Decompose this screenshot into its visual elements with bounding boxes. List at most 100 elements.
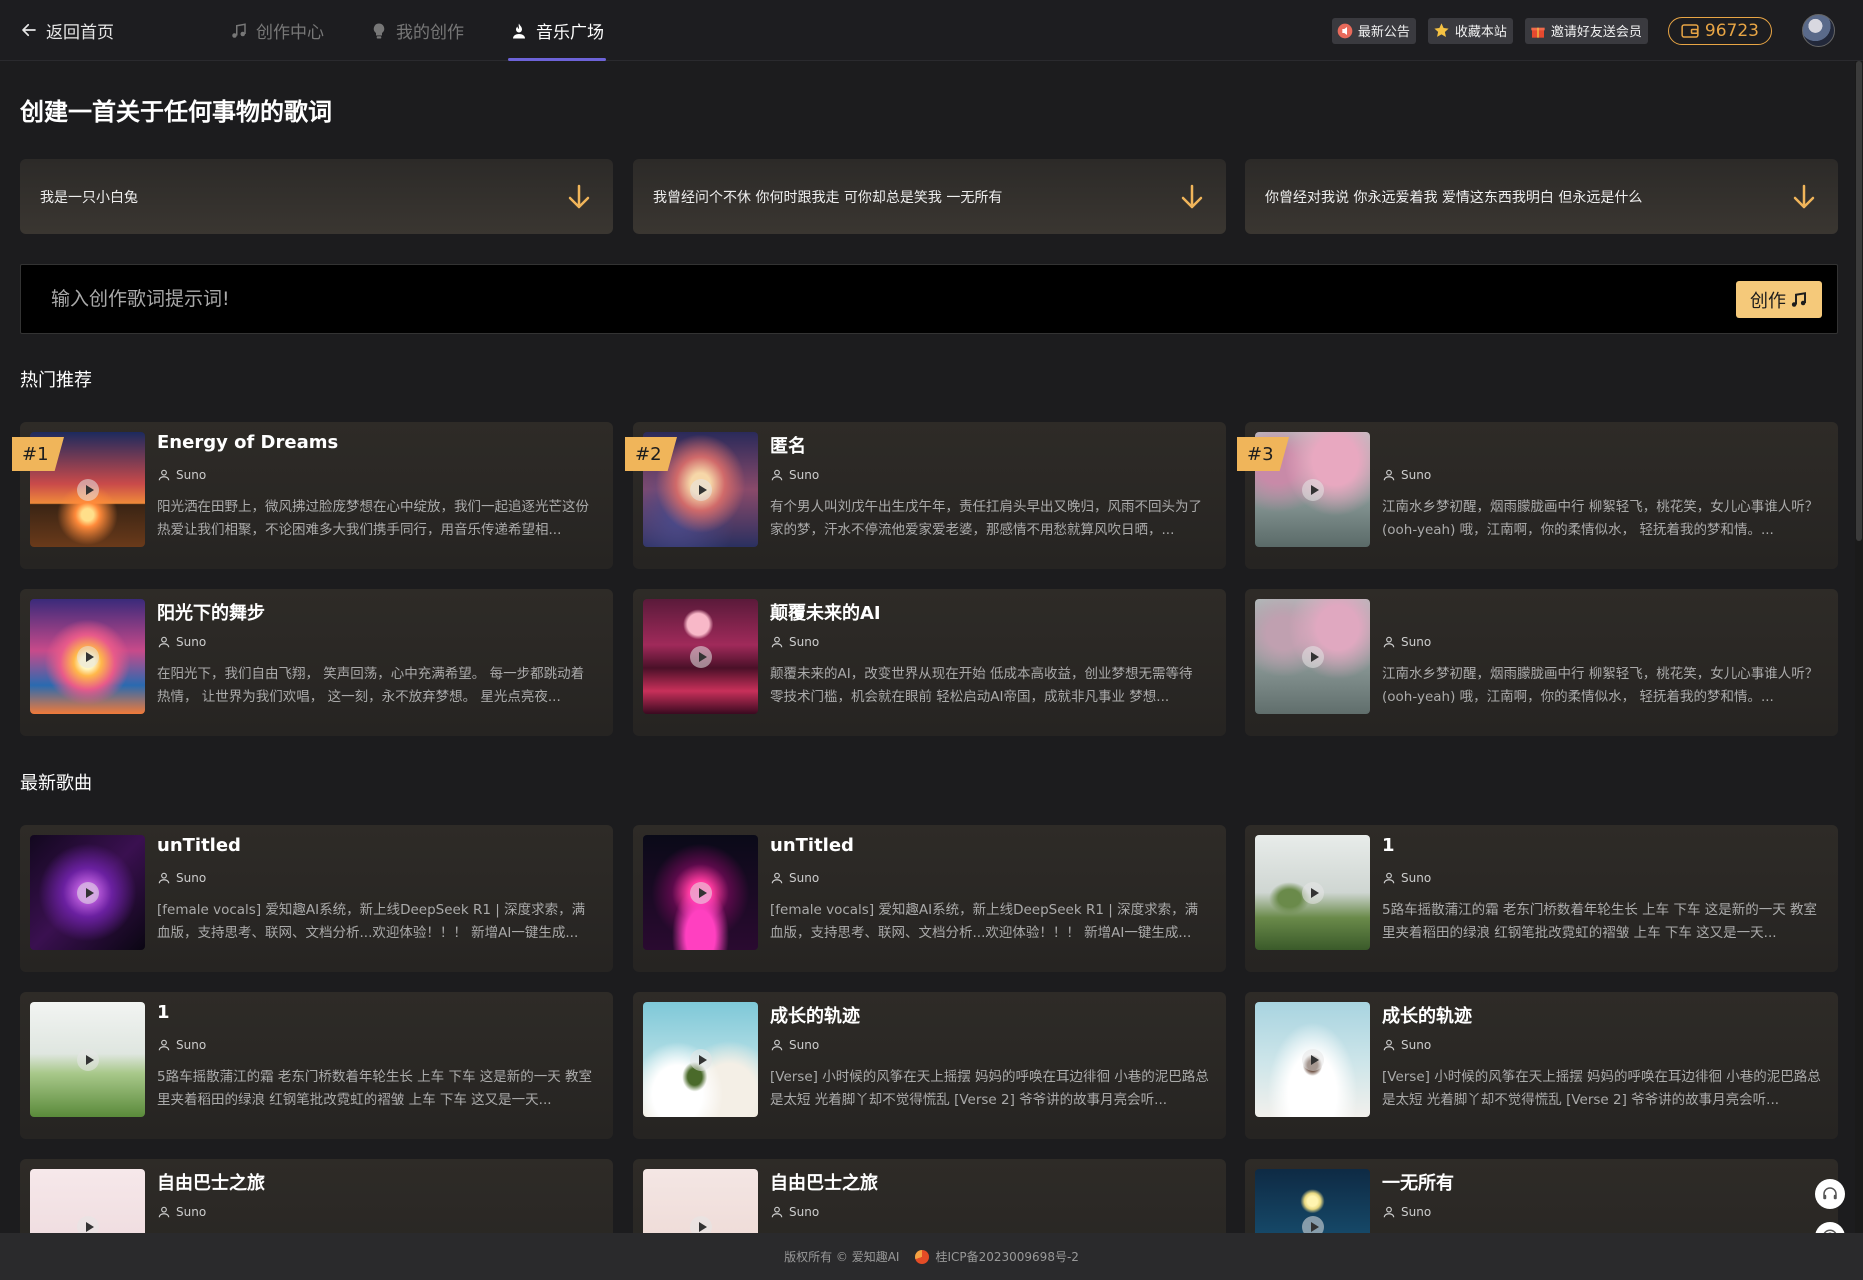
page-title: 创建一首关于任何事物的歌词: [20, 98, 332, 126]
tab-music-square[interactable]: 音乐广场: [508, 0, 606, 61]
song-title: unTitled: [770, 835, 854, 856]
song-card[interactable]: 阳光下的舞步 Suno 在阳光下，我们自由飞翔， 笑声回荡，心中充满希望。 每一…: [20, 589, 613, 736]
user-icon: [158, 1206, 170, 1218]
star-icon: [1434, 23, 1449, 37]
song-cover[interactable]: [30, 835, 145, 950]
user-icon: [158, 872, 170, 884]
play-icon[interactable]: [77, 646, 99, 668]
song-card[interactable]: #3 Suno 江南水乡梦初醒，烟雨朦胧画中行 柳絮轻飞，桃花笑，女儿心事谁人听…: [1237, 422, 1838, 569]
arrow-down-icon: [1793, 184, 1815, 208]
arrow-down-icon: [568, 184, 590, 208]
song-lyrics: 江南水乡梦初醒，烟雨朦胧画中行 柳絮轻飞，桃花笑，女儿心事谁人听？ (ooh-y…: [1382, 666, 1819, 705]
song-cover[interactable]: [1255, 1002, 1370, 1117]
prompt-suggestion[interactable]: 你曾经对我说 你永远爱着我 爱情这东西我明白 但永远是什么: [1245, 159, 1838, 234]
song-cover[interactable]: [30, 1002, 145, 1117]
artist-name: Suno: [176, 1205, 207, 1219]
song-cover[interactable]: [643, 1002, 758, 1117]
page-scrollbar[interactable]: [1855, 61, 1863, 1233]
header-actions: 最新公告 收藏本站 邀请好友送会员 96723: [1331, 0, 1863, 61]
artist-name: Suno: [1401, 1038, 1432, 1052]
lyrics-prompt-bar: 创作: [20, 264, 1838, 334]
user-icon: [771, 1206, 783, 1218]
song-cover[interactable]: [643, 599, 758, 714]
song-card[interactable]: 颠覆未来的AI Suno 颠覆未来的AI，改变世界从现在开始 低成本高收益，创业…: [633, 589, 1226, 736]
lyrics-prompt-input[interactable]: [51, 265, 1651, 333]
back-home-label: 返回首页: [46, 22, 114, 43]
song-title: 1: [157, 1002, 170, 1023]
song-cover[interactable]: [1255, 599, 1370, 714]
song-cover[interactable]: [1255, 835, 1370, 950]
artist-name: Suno: [789, 1038, 820, 1052]
icp-link[interactable]: 桂ICP备2023009698号-2: [935, 1248, 1078, 1265]
song-card[interactable]: #1 Energy of Dreams Suno 阳光洒在田野上，微风拂过脸庞梦…: [12, 422, 613, 569]
song-title: 一无所有: [1382, 1173, 1454, 1194]
prompt-suggestion[interactable]: 我曾经问个不休 你何时跟我走 可你却总是笑我 一无所有: [633, 159, 1226, 234]
song-lyrics: [female vocals] 爱知趣AI系统，新上线DeepSeek R1 |…: [770, 902, 1199, 941]
top-bar: 返回首页 创作中心 我的创作 音乐广场 最新公告 收藏本站 邀请好友送会员 96…: [0, 0, 1863, 61]
song-title: 成长的轨迹: [1382, 1006, 1472, 1027]
song-lyrics: 江南水乡梦初醒，烟雨朦胧画中行 柳絮轻飞，桃花笑，女儿心事谁人听？ (ooh-y…: [1382, 499, 1819, 538]
artist-name: Suno: [176, 1038, 207, 1052]
song-cover[interactable]: [30, 599, 145, 714]
play-icon[interactable]: [690, 882, 712, 904]
artist-name: Suno: [789, 468, 820, 482]
coins-value: 96723: [1704, 20, 1759, 41]
gift-icon: [1531, 27, 1545, 38]
user-icon: [158, 469, 170, 481]
play-icon[interactable]: [77, 1049, 99, 1071]
tab-my-creations[interactable]: 我的创作: [368, 0, 466, 61]
icp-logo-icon: [915, 1249, 930, 1264]
song-card[interactable]: #2 匿名 Suno 有个男人叫刘戊午出生戊午年，责任扛肩头早出又晚归，风雨不回…: [625, 422, 1226, 569]
play-icon[interactable]: [1302, 646, 1324, 668]
bookmark-site-button[interactable]: 收藏本站: [1427, 17, 1513, 44]
tab-label: 创作中心: [256, 23, 324, 43]
song-card[interactable]: 1 Suno 5路车摇散蒲江的霜 老东门桥数着年轮生长 上车 下车 这是新的一天…: [20, 992, 613, 1139]
song-card[interactable]: 成长的轨迹 Suno [Verse] 小时候的风筝在天上摇摆 妈妈的呼唤在耳边徘…: [1245, 992, 1838, 1139]
nav-tabs: 创作中心 我的创作 音乐广场: [228, 0, 648, 61]
song-card[interactable]: 成长的轨迹 Suno [Verse] 小时候的风筝在天上摇摆 妈妈的呼唤在耳边徘…: [633, 992, 1226, 1139]
play-icon[interactable]: [1302, 479, 1324, 501]
song-title: 1: [1382, 835, 1395, 856]
play-icon[interactable]: [690, 646, 712, 668]
tab-creation-center[interactable]: 创作中心: [228, 0, 326, 61]
play-icon[interactable]: [77, 882, 99, 904]
prompt-suggestion[interactable]: 我是一只小白兔: [20, 159, 613, 234]
footer: 版权所有 © 爱知趣AI 桂ICP备2023009698号-2: [0, 1233, 1863, 1280]
scrollbar-thumb[interactable]: [1856, 61, 1862, 541]
play-icon[interactable]: [690, 1049, 712, 1071]
avatar[interactable]: [1802, 14, 1835, 47]
bookmark-site-label: 收藏本站: [1454, 25, 1507, 40]
play-icon[interactable]: [77, 479, 99, 501]
song-cover[interactable]: [643, 835, 758, 950]
back-home-link[interactable]: 返回首页: [20, 17, 114, 43]
song-artist: Suno: [770, 871, 819, 885]
user-icon: [771, 636, 783, 648]
play-icon[interactable]: [1302, 882, 1324, 904]
song-artist: Suno: [157, 1038, 206, 1052]
user-icon: [771, 1039, 783, 1051]
song-artist: Suno: [1382, 1038, 1431, 1052]
song-title: Energy of Dreams: [157, 432, 339, 453]
song-card[interactable]: unTitled Suno [female vocals] 爱知趣AI系统，新上…: [20, 825, 613, 972]
song-artist: Suno: [1382, 1205, 1431, 1219]
music-note-icon: [232, 22, 246, 38]
song-card[interactable]: Suno 江南水乡梦初醒，烟雨朦胧画中行 柳絮轻飞，桃花笑，女儿心事谁人听？ (…: [1245, 589, 1838, 736]
song-lyrics: [Verse] 小时候的风筝在天上摇摆 妈妈的呼唤在耳边徘徊 小巷的泥巴路总是太…: [770, 1069, 1209, 1108]
customer-service-button[interactable]: [1815, 1179, 1845, 1209]
song-artist: Suno: [770, 468, 819, 482]
create-button[interactable]: 创作: [1736, 281, 1822, 318]
megaphone-icon: [1337, 23, 1353, 38]
invite-friends-button[interactable]: 邀请好友送会员: [1524, 17, 1648, 44]
announcement-button[interactable]: 最新公告: [1331, 17, 1416, 44]
artist-name: Suno: [1401, 871, 1432, 885]
user-icon: [158, 1039, 170, 1051]
song-card[interactable]: unTitled Suno [female vocals] 爱知趣AI系统，新上…: [633, 825, 1226, 972]
song-title: 匿名: [770, 436, 806, 457]
song-card[interactable]: 1 Suno 5路车摇散蒲江的霜 老东门桥数着年轮生长 上车 下车 这是新的一天…: [1245, 825, 1838, 972]
song-artist: Suno: [1382, 468, 1431, 482]
announcement-label: 最新公告: [1357, 25, 1410, 40]
copyright-text: 版权所有 © 爱知趣AI: [784, 1250, 900, 1264]
coins-balance[interactable]: 96723: [1667, 16, 1772, 45]
play-icon[interactable]: [1302, 1049, 1324, 1071]
play-icon[interactable]: [690, 479, 712, 501]
